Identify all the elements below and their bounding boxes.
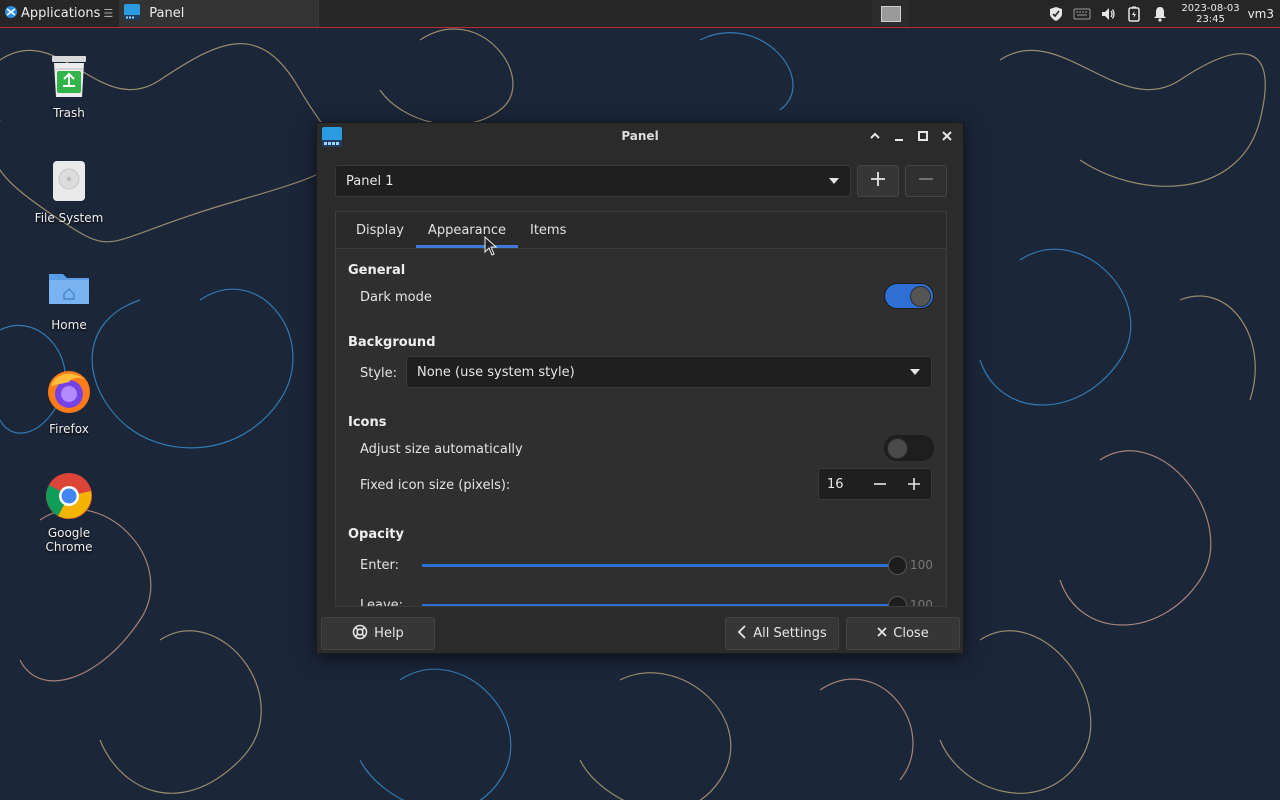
decrease-button[interactable] bbox=[863, 469, 897, 499]
help-button[interactable]: Help bbox=[321, 617, 435, 650]
workspace-switcher[interactable] bbox=[872, 0, 910, 27]
desktop-icon-label: Firefox bbox=[49, 422, 89, 436]
panel-app-icon bbox=[321, 126, 343, 152]
all-settings-label: All Settings bbox=[753, 626, 827, 641]
leave-opacity-slider[interactable] bbox=[422, 596, 907, 606]
slider-handle[interactable] bbox=[888, 596, 907, 606]
chevron-down-icon bbox=[909, 365, 921, 380]
volume-icon[interactable] bbox=[1095, 0, 1121, 27]
adjust-size-switch[interactable] bbox=[884, 435, 934, 461]
desktop-icon-label: Trash bbox=[53, 106, 85, 120]
keyboard-icon[interactable] bbox=[1069, 0, 1095, 27]
desktop-icon-home[interactable]: Home bbox=[19, 262, 119, 332]
desktop-icon-firefox[interactable]: Firefox bbox=[19, 366, 119, 436]
desktop-icon-label: Home bbox=[51, 318, 87, 332]
home-folder-icon bbox=[43, 262, 95, 314]
section-opacity-heading: Opacity bbox=[348, 527, 404, 542]
firefox-icon bbox=[43, 366, 95, 418]
minimize-button[interactable] bbox=[891, 128, 907, 144]
taskbar-item-panel[interactable]: Panel bbox=[119, 0, 320, 27]
plus-icon bbox=[870, 171, 886, 191]
system-tray: 2023-08-03 23:45 vm3 bbox=[1043, 0, 1280, 27]
top-panel: Applications ☰ Panel 2023-08-03 23:45 vm… bbox=[0, 0, 1280, 28]
minus-icon bbox=[918, 171, 934, 191]
xfce-logo-icon bbox=[4, 5, 18, 23]
menu-handle-icon: ☰ bbox=[103, 7, 114, 20]
desktop-icon-google-chrome[interactable]: Google Chrome bbox=[19, 470, 119, 554]
appearance-tab-content: General Dark mode Background Style: None… bbox=[336, 249, 946, 607]
panel-select[interactable]: Panel 1 bbox=[335, 165, 851, 197]
enter-opacity-value: 100 bbox=[910, 558, 933, 572]
notification-bell-icon[interactable] bbox=[1147, 0, 1173, 27]
chevron-left-icon bbox=[737, 624, 747, 643]
close-window-button[interactable] bbox=[939, 128, 955, 144]
close-button[interactable]: Close bbox=[846, 617, 960, 650]
section-background-heading: Background bbox=[348, 335, 436, 350]
enter-opacity-slider[interactable] bbox=[422, 556, 907, 575]
close-icon bbox=[877, 626, 887, 641]
background-style-value: None (use system style) bbox=[417, 364, 575, 380]
tab-bar: Display Appearance Items bbox=[336, 212, 946, 249]
tab-display[interactable]: Display bbox=[344, 212, 416, 248]
maximize-button[interactable] bbox=[915, 128, 931, 144]
add-panel-button[interactable] bbox=[857, 165, 899, 197]
desktop-icon-trash[interactable]: Trash bbox=[19, 50, 119, 120]
tab-appearance[interactable]: Appearance bbox=[415, 212, 519, 248]
remove-panel-button[interactable] bbox=[905, 165, 947, 197]
dark-mode-switch[interactable] bbox=[884, 283, 934, 309]
section-icons-heading: Icons bbox=[348, 415, 387, 430]
applications-label: Applications bbox=[21, 6, 101, 21]
fixed-icon-size-label: Fixed icon size (pixels): bbox=[360, 478, 511, 493]
adjust-size-label: Adjust size automatically bbox=[360, 442, 523, 457]
chrome-icon bbox=[43, 470, 95, 522]
all-settings-button[interactable]: All Settings bbox=[725, 617, 839, 650]
battery-icon[interactable] bbox=[1121, 0, 1147, 27]
fixed-icon-size-value[interactable]: 16 bbox=[819, 477, 863, 492]
panel-select-value: Panel 1 bbox=[346, 173, 394, 189]
panel-selector-row: Panel 1 bbox=[335, 165, 947, 197]
increase-button[interactable] bbox=[897, 469, 931, 499]
taskbar-item-label: Panel bbox=[149, 6, 185, 21]
clock-time: 23:45 bbox=[1196, 13, 1225, 25]
applications-menu-button[interactable]: Applications ☰ bbox=[0, 0, 117, 28]
slider-handle[interactable] bbox=[888, 556, 907, 575]
panel-preferences-dialog: Panel Panel 1 Display Appearance Items G… bbox=[316, 122, 964, 654]
desktop-icon-label: File System bbox=[34, 211, 104, 225]
shield-icon[interactable] bbox=[1043, 0, 1069, 27]
background-style-select[interactable]: None (use system style) bbox=[406, 356, 932, 388]
trash-icon bbox=[43, 50, 95, 102]
leave-opacity-value: 100 bbox=[910, 598, 933, 607]
leave-opacity-label: Leave: bbox=[360, 598, 404, 607]
help-lifebuoy-icon bbox=[352, 624, 368, 644]
hard-drive-icon bbox=[43, 155, 95, 207]
user-menu[interactable]: vm3 bbox=[1248, 7, 1280, 21]
close-button-label: Close bbox=[893, 626, 929, 641]
workspace-1-icon bbox=[881, 5, 901, 22]
desktop-icon-label: Google Chrome bbox=[45, 526, 93, 554]
dark-mode-label: Dark mode bbox=[360, 290, 432, 305]
clock-date: 2023-08-03 bbox=[1181, 2, 1240, 14]
style-label: Style: bbox=[360, 366, 398, 381]
help-button-label: Help bbox=[374, 626, 404, 641]
desktop-icon-file-system[interactable]: File System bbox=[19, 155, 119, 225]
chevron-down-icon bbox=[828, 174, 840, 189]
dialog-titlebar[interactable]: Panel bbox=[317, 123, 963, 149]
enter-opacity-label: Enter: bbox=[360, 558, 400, 573]
fixed-icon-size-spinner[interactable]: 16 bbox=[818, 468, 932, 500]
tab-items[interactable]: Items bbox=[518, 212, 578, 248]
shade-button[interactable] bbox=[867, 128, 883, 144]
mouse-pointer-icon bbox=[484, 236, 498, 256]
settings-notebook: Display Appearance Items General Dark mo… bbox=[335, 211, 947, 607]
section-general-heading: General bbox=[348, 263, 406, 278]
clock[interactable]: 2023-08-03 23:45 bbox=[1173, 3, 1247, 25]
panel-app-icon bbox=[123, 3, 141, 25]
